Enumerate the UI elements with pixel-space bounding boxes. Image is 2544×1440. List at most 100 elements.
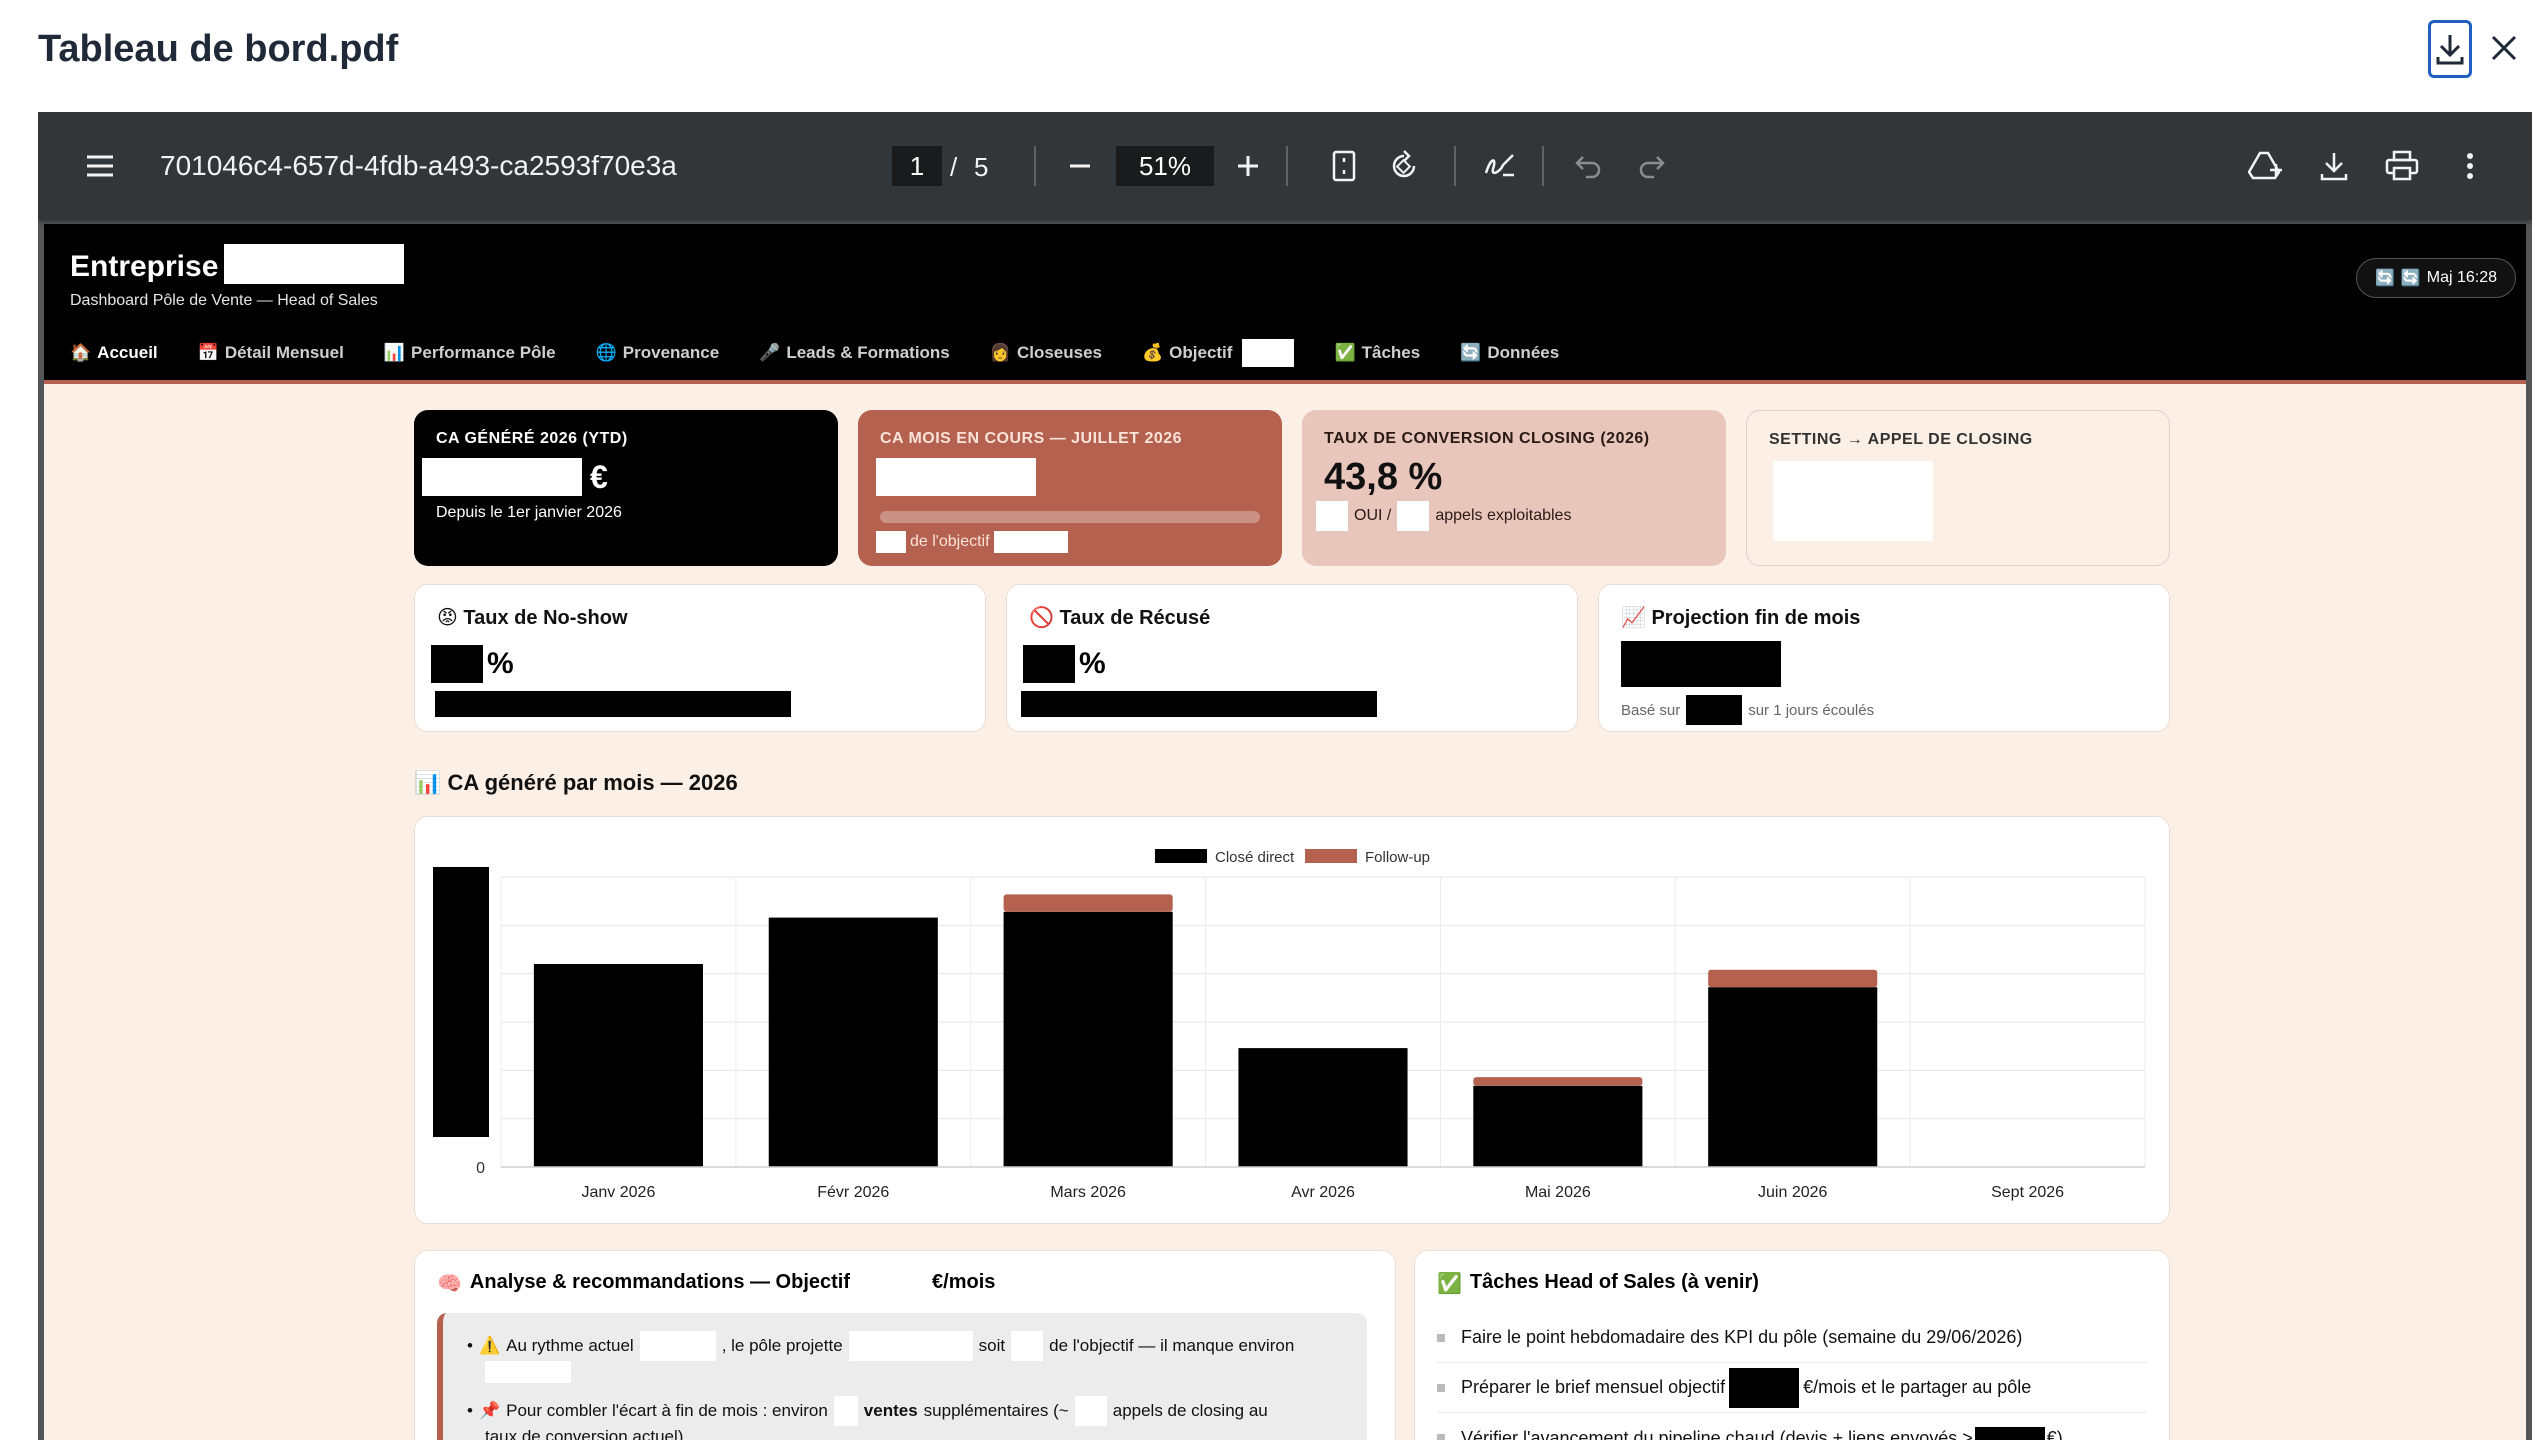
kpi-label: CA MOIS EN COURS — JUILLET 2026 (880, 430, 1183, 447)
toolbar-divider (1286, 146, 1288, 186)
redacted-block (876, 531, 906, 553)
redacted-block (224, 244, 404, 284)
brain-icon: 🧠 (437, 1273, 462, 1295)
bullet-square (1437, 1383, 1445, 1392)
menu-button[interactable] (80, 148, 120, 184)
update-time: Maj 16:28 (2426, 269, 2498, 286)
bullet-text: soit (978, 1336, 1006, 1355)
close-button[interactable] (2484, 28, 2524, 68)
nav-item-taches[interactable]: ✅ Tâches (1334, 343, 1420, 363)
analysis-title-suffix: €/mois (932, 1271, 996, 1293)
redo-icon (1639, 156, 1665, 179)
legend-label: Follow-up (1365, 849, 1430, 866)
x-tick-label: Mars 2026 (1050, 1184, 1126, 1201)
minus-icon (1070, 164, 1090, 168)
redacted-block (639, 1331, 716, 1361)
nav-label: Accueil (97, 343, 158, 362)
more-options-button[interactable] (2448, 144, 2492, 188)
dashboard-header: Entreprise Dashboard Pôle de Vente — Hea… (44, 224, 2526, 384)
nav-item-provenance[interactable]: 🌐 Provenance (596, 343, 720, 363)
zoom-input[interactable]: 51% (1116, 146, 1214, 186)
tasks-card: ✅ Tâches Head of Sales (à venir) Faire l… (1414, 1250, 2170, 1440)
modal-title: Tableau de bord.pdf (38, 28, 399, 70)
bar-close-direct (1708, 987, 1878, 1167)
download-button[interactable] (2428, 20, 2472, 78)
redacted-block (422, 458, 582, 496)
nav-item-leads-formations[interactable]: 🎤 Leads & Formations (759, 343, 950, 363)
pdf-viewer: 701046c4-657d-4fdb-a493-ca2593f70e3a 1 /… (38, 112, 2532, 1440)
nav-label: Provenance (622, 343, 720, 362)
zoom-out-button[interactable] (1060, 146, 1100, 186)
dashboard-nav: 🏠 Accueil 📅 Détail Mensuel 📊 Performance Pô… (70, 336, 1559, 370)
legend-label: Closé direct (1215, 849, 1295, 866)
undo-button[interactable] (1568, 146, 1608, 186)
toolbar-divider (1454, 146, 1456, 186)
kpi-value: 43,8 % (1324, 456, 1443, 498)
dashboard-subtitle: Dashboard Pôle de Vente — Head of Sales (70, 292, 378, 309)
kpi-ca-month: CA MOIS EN COURS — JUILLET 2026 de l'obj… (858, 410, 1282, 566)
prohibited-icon: 🚫 (1029, 607, 1054, 629)
nav-label: Détail Mensuel (224, 343, 344, 362)
redacted-block (1242, 339, 1295, 367)
tasks-title: Tâches Head of Sales (à venir) (1469, 1271, 1759, 1293)
task-text: Vérifier l'avancement du pipeline chaud … (1461, 1427, 1973, 1440)
fit-page-icon (1332, 150, 1356, 182)
page-number-input[interactable]: 1 (892, 146, 942, 186)
brand-name: Entreprise (70, 250, 219, 283)
redacted-block (435, 691, 791, 717)
chart-icon: 📊 (383, 343, 406, 362)
bullet-text: appels de closing au (1112, 1401, 1268, 1420)
page-total: 5 (974, 152, 989, 182)
redo-button[interactable] (1632, 146, 1672, 186)
rotate-icon (1392, 150, 1416, 178)
modal-header: Tableau de bord.pdf (0, 0, 2544, 112)
page-separator: / (950, 152, 958, 182)
analysis-title: Analyse & recommandations — Objectif (469, 1271, 851, 1293)
nav-item-donnees[interactable]: 🔄 Données (1460, 343, 1559, 363)
x-tick-label: Févr 2026 (817, 1184, 889, 1201)
zoom-in-button[interactable] (1228, 146, 1268, 186)
card-title: Taux de No-show (463, 607, 628, 629)
task-text: €) (2046, 1427, 2063, 1440)
redacted-block (833, 1396, 858, 1426)
calendar-icon: 📅 (197, 343, 219, 362)
kpi-ca-ytd: CA GÉNÉRÉ 2026 (YTD) € Depuis le 1er jan… (414, 410, 838, 566)
rotate-button[interactable] (1384, 144, 1424, 188)
globe-icon: 🌐 (595, 343, 617, 362)
kpi-sub-b: appels exploitables (1435, 507, 1572, 524)
print-button[interactable] (2380, 144, 2424, 188)
kpi-sub: Depuis le 1er janvier 2026 (436, 504, 622, 521)
draw-button[interactable] (1480, 144, 1520, 188)
kpi-label: TAUX DE CONVERSION CLOSING (2026) (1324, 430, 1650, 447)
refresh-icon: 🔄 (1460, 343, 1482, 362)
bar-follow-up (1473, 1077, 1643, 1086)
redacted-y-axis (433, 867, 489, 1137)
kpi-sub: de l'objectif (910, 533, 990, 550)
save-to-drive-button[interactable] (2244, 144, 2288, 188)
task-item: Vérifier l'avancement du pipeline chaud … (1437, 1413, 2147, 1440)
x-tick-label: Mai 2026 (1525, 1184, 1591, 1201)
redacted-block (1316, 501, 1348, 531)
card-unit: % (487, 647, 514, 680)
bar-close-direct (1238, 1048, 1408, 1167)
nav-item-detail-mensuel[interactable]: 📅 Détail Mensuel (198, 343, 344, 363)
fit-page-button[interactable] (1324, 144, 1364, 188)
task-item: Préparer le brief mensuel objectif €/moi… (1437, 1363, 2147, 1413)
card-projection: 📈 Projection fin de mois Basé sur sur 1 … (1598, 584, 2170, 732)
nav-item-objectif[interactable]: 💰 Objectif (1142, 339, 1295, 367)
nav-item-accueil[interactable]: 🏠 Accueil (70, 343, 158, 363)
redacted-block (1974, 1427, 2045, 1440)
card-title: Projection fin de mois (1651, 607, 1861, 629)
x-tick-label: Avr 2026 (1291, 1184, 1355, 1201)
nav-item-closeuses[interactable]: 👩 Closeuses (990, 343, 1102, 363)
nav-item-performance-pole[interactable]: 📊 Performance Pôle (384, 343, 556, 363)
kpi-sub-a: OUI / (1354, 507, 1392, 524)
legend-swatch (1155, 849, 1207, 863)
bullet-square (1437, 1333, 1445, 1342)
nav-label: Leads & Formations (786, 343, 950, 362)
pdf-toolbar: 701046c4-657d-4fdb-a493-ca2593f70e3a 1 /… (38, 112, 2532, 220)
objective-progress-bar (880, 511, 1260, 523)
angry-face-icon: 😡 (437, 607, 458, 629)
download-pdf-button[interactable] (2312, 144, 2356, 188)
microphone-icon: 🎤 (759, 343, 781, 362)
